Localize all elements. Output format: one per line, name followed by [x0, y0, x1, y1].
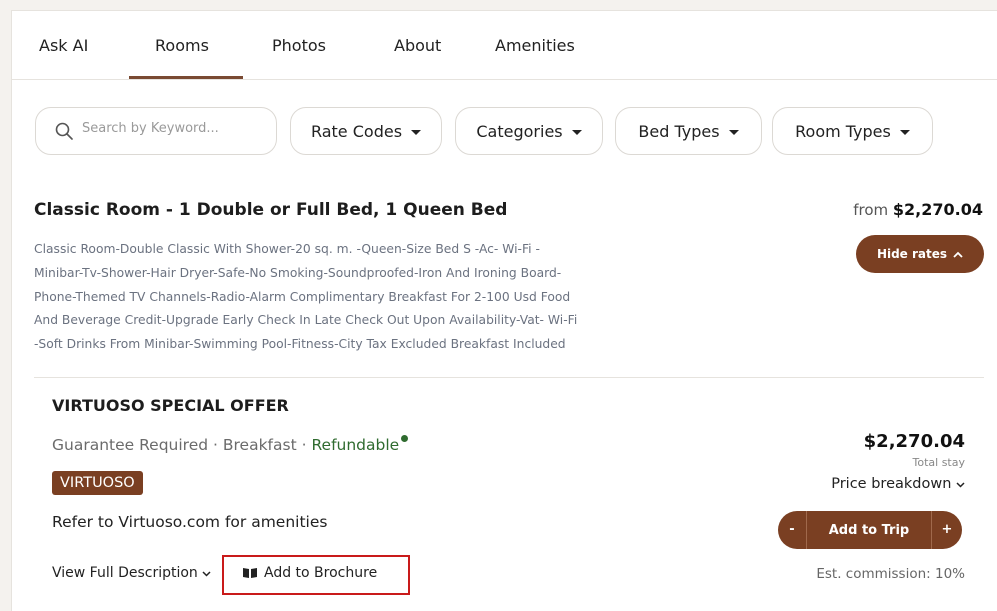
search-icon [55, 122, 73, 140]
filter-label: Rate Codes [310, 121, 403, 141]
description-line: Phone-Themed TV Channels-Radio-Alarm Com… [34, 289, 571, 304]
tab-bar: Ask AI Rooms Photos About Amenities [12, 11, 997, 80]
offer-title: VIRTUOSO SPECIAL OFFER [52, 396, 289, 415]
add-to-trip-control: - Add to Trip + [778, 511, 962, 549]
tab-photos[interactable]: Photos [272, 36, 326, 55]
chevron-down-icon [202, 571, 211, 577]
total-stay-label: Total stay [912, 456, 965, 469]
filter-label: Categories [476, 121, 563, 141]
separator: · [296, 436, 312, 454]
active-tab-indicator [129, 76, 243, 79]
room-title: Classic Room - 1 Double or Full Bed, 1 Q… [34, 200, 508, 220]
search-box[interactable] [35, 107, 277, 155]
from-label: from [853, 201, 889, 219]
divider [34, 377, 984, 378]
offer-price: $2,270.04 [863, 431, 965, 452]
filter-label: Bed Types [638, 121, 720, 141]
description-line: Classic Room-Double Classic With Shower-… [34, 242, 540, 256]
filter-rate-codes[interactable]: Rate Codes [290, 107, 442, 155]
description-line: And Beverage Credit-Upgrade Early Check … [34, 313, 578, 328]
room-description: Classic Room-Double Classic With Shower-… [34, 238, 724, 357]
virtuoso-badge: VIRTUOSO [52, 471, 143, 495]
description-line: Minibar-Tv-Shower-Hair Dryer-Safe-No Smo… [34, 265, 562, 280]
price-breakdown-label: Price breakdown [831, 476, 952, 492]
amenities-note: Refer to Virtuoso.com for amenities [52, 513, 328, 531]
commission-text: Est. commission: 10% [816, 566, 965, 582]
hide-rates-label: Hide rates [876, 247, 948, 261]
view-description-label: View Full Description [52, 565, 198, 581]
caret-down-icon [571, 129, 582, 135]
separator: · [208, 436, 223, 454]
refundable-text: Refundable [311, 436, 400, 454]
hide-rates-button[interactable]: Hide rates [856, 235, 984, 273]
search-input[interactable] [80, 120, 269, 137]
add-to-trip-button[interactable]: Add to Trip [807, 523, 931, 538]
caret-down-icon [728, 129, 739, 135]
description-line: -Soft Drinks From Minibar-Swimming Pool-… [34, 337, 566, 352]
offer-meta: Guarantee Required · Breakfast · Refunda… [52, 435, 409, 454]
chevron-up-icon [953, 251, 963, 258]
breakfast-text: Breakfast [222, 436, 297, 454]
add-to-brochure-label: Add to Brochure [264, 565, 378, 581]
guarantee-text: Guarantee Required [52, 436, 209, 454]
room-panel: Ask AI Rooms Photos About Amenities Rate… [11, 10, 997, 611]
book-icon [243, 568, 257, 578]
filter-bed-types[interactable]: Bed Types [615, 107, 762, 155]
add-to-brochure-button[interactable]: Add to Brochure [242, 565, 377, 581]
filter-categories[interactable]: Categories [455, 107, 603, 155]
from-price: from $2,270.04 [853, 200, 983, 219]
caret-down-icon [411, 129, 422, 135]
tab-rooms[interactable]: Rooms [155, 36, 209, 55]
info-dot-icon[interactable] [401, 435, 409, 442]
increase-button[interactable]: + [931, 511, 962, 549]
price-breakdown-toggle[interactable]: Price breakdown [831, 476, 965, 492]
from-price-value: $2,270.04 [892, 200, 983, 219]
filter-label: Room Types [795, 121, 891, 141]
chevron-down-icon [956, 482, 965, 488]
decrease-button[interactable]: - [778, 511, 807, 549]
tab-ask-ai[interactable]: Ask AI [39, 36, 88, 55]
view-full-description-link[interactable]: View Full Description [52, 565, 211, 581]
filter-room-types[interactable]: Room Types [772, 107, 933, 155]
tab-about[interactable]: About [394, 36, 441, 55]
tab-amenities[interactable]: Amenities [495, 36, 575, 55]
caret-down-icon [899, 129, 910, 135]
